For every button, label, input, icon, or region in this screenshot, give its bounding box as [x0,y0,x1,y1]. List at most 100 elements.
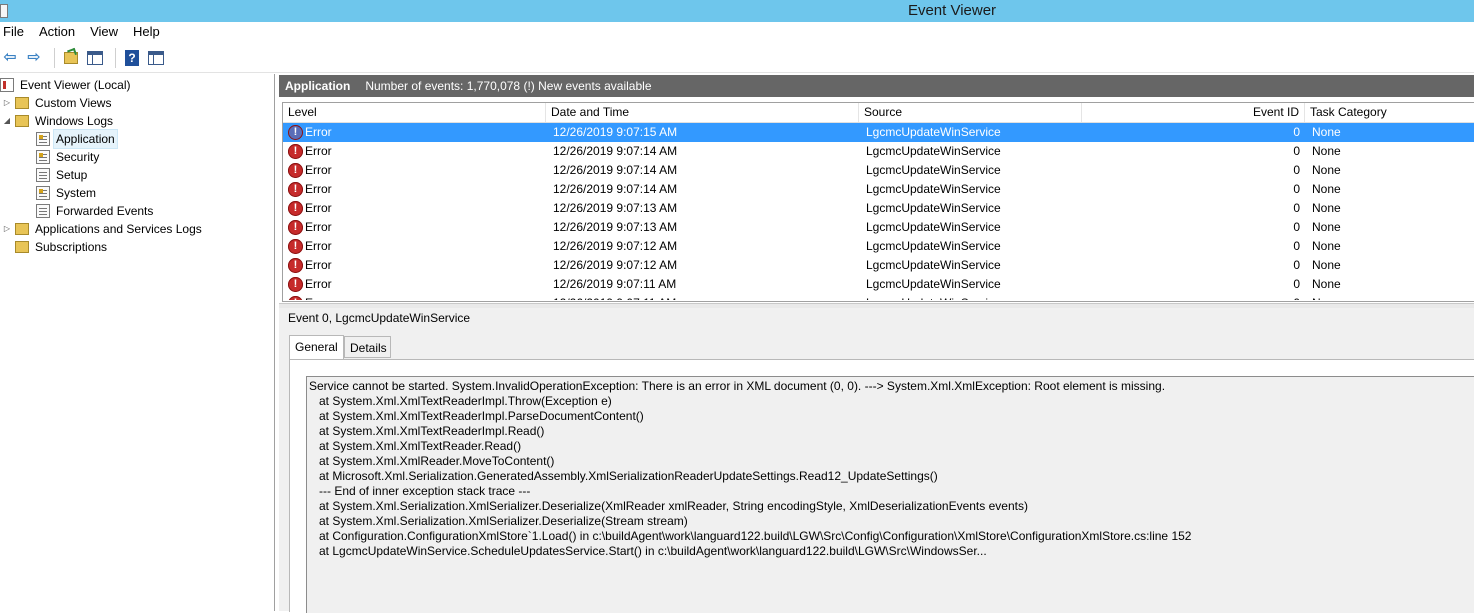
description-line: at System.Xml.Serialization.XmlSerialize… [309,499,1028,513]
toolbar-separator [54,48,55,68]
cell-event-id: 0 [1293,239,1300,253]
folder-icon [15,115,29,127]
cell-source: LgcmcUpdateWinService [866,239,1001,253]
cell-task-category: None [1312,144,1341,158]
cell-source: LgcmcUpdateWinService [866,258,1001,272]
tab-general[interactable]: General [289,335,344,359]
error-icon: ! [288,201,303,216]
tree-item-applications-and-services-logs[interactable]: ▷ Applications and Services Logs [3,220,204,238]
folder-icon [15,97,29,109]
cell-event-id: 0 [1293,258,1300,272]
tree-item-forwarded-events[interactable]: Forwarded Events [36,202,155,220]
show-hide-action-pane-icon [148,51,164,65]
event-detail-title: Event 0, LgcmcUpdateWinService [288,311,471,325]
log-icon [36,150,50,164]
cell-event-id: 0 [1293,125,1300,139]
error-icon: ! [288,125,303,140]
cell-level: Error [305,294,545,300]
error-icon: ! [288,144,303,159]
table-row[interactable]: ! Error 12/26/2019 9:07:12 AM LgcmcUpdateWi… [283,256,1474,275]
tab-details[interactable]: Details [344,336,391,358]
cell-task-category: None [1312,163,1341,177]
help-button[interactable]: ? [122,48,142,68]
tree-item-event-viewer-local[interactable]: Event Viewer (Local) [0,76,133,94]
table-row[interactable]: !Error 12/26/2019 9:07:11 AM LgcmcUpdateWi… [283,275,1474,294]
tree-item-application[interactable]: Application [36,129,118,149]
cell-task-category: None [1312,182,1341,196]
window-title: Event Viewer [907,2,997,19]
grid-header: Level Date and Time Source Event ID Task… [283,103,1474,123]
tree-item-setup[interactable]: Setup [36,166,89,184]
menu-view[interactable]: View [87,22,126,42]
menu-action[interactable]: Action [36,22,83,42]
cell-event-id: 0 [1293,163,1300,177]
tree-item-label: Applications and Services Logs [35,222,202,236]
tree-item-security[interactable]: Security [36,148,101,166]
folder-icon [15,223,29,235]
events-grid: Level Date and Time Source Event ID Task… [282,102,1474,302]
menu-help[interactable]: Help [130,22,168,42]
description-line: at System.Xml.XmlTextReaderImpl.Read() [309,424,545,438]
cell-event-id: 0 [1293,201,1300,215]
tree-item-windows-logs[interactable]: ◢ Windows Logs [3,112,115,130]
error-icon: ! [288,296,303,300]
table-row[interactable]: ! Error 12/26/2019 9:07:12 AM LgcmcUpdateWi… [283,237,1474,256]
toolbar-separator [115,48,116,68]
menu-file[interactable]: File [0,22,32,42]
description-line: at Configuration.ConfigurationXmlStore`1… [309,529,1192,543]
expand-icon[interactable]: ▷ [3,99,11,107]
error-icon: ! [288,163,303,178]
cell-source: LgcmcUpdateWinService [866,294,1076,300]
subscriptions-icon [15,241,29,253]
cell-source: LgcmcUpdateWinService [866,220,1001,234]
event-description-box[interactable]: Service cannot be started. System.Invali… [306,376,1474,613]
show-hide-console-tree-icon [87,51,103,65]
column-header-event-id[interactable]: Event ID [1082,103,1305,122]
show-hide-action-pane-button[interactable] [146,48,166,68]
cell-event-id: 0 [1293,144,1300,158]
forward-button[interactable]: ⇨ [24,48,44,68]
cell-level: Error [305,258,332,272]
table-row[interactable]: ! Error 12/26/2019 9:07:14 AM LgcmcUpdateWi… [283,161,1474,180]
back-button[interactable]: ⇦ [0,48,20,68]
tree-item-system[interactable]: System [36,184,98,202]
expand-icon[interactable]: ▷ [3,225,11,233]
error-icon: ! [288,258,303,273]
tree-item-label: Windows Logs [35,114,114,128]
cell-date-time: 12/26/2019 9:07:13 AM [553,201,678,215]
cell-date-time: 12/26/2019 9:07:14 AM [553,163,678,177]
column-header-level[interactable]: Level [283,103,546,122]
tree-item-custom-views[interactable]: ▷ Custom Views [3,94,113,112]
cell-task-category: None [1312,294,1472,300]
cell-date-time: 12/26/2019 9:07:14 AM [553,182,678,196]
column-header-task-category[interactable]: Task Category [1305,103,1474,122]
table-row[interactable]: ! Error 12/26/2019 9:07:13 AM LgcmcUpdateWi… [283,218,1474,237]
tree-item-subscriptions[interactable]: Subscriptions [15,238,109,256]
table-row[interactable]: ! Error 12/26/2019 9:07:15 AM LgcmcUpdateWi… [283,123,1474,142]
cell-date-time: 12/26/2019 9:07:12 AM [553,239,678,253]
description-line: at Microsoft.Xml.Serialization.Generated… [309,469,938,483]
table-row[interactable]: ! Error 12/26/2019 9:07:14 AM LgcmcUpdateWi… [283,180,1474,199]
table-row[interactable]: !Error 12/26/2019 9:07:11 AM LgcmcUpdateWi… [283,294,1474,300]
table-row[interactable]: ! Error 12/26/2019 9:07:14 AM LgcmcUpdateWi… [283,142,1474,161]
cell-level: Error [305,239,332,253]
description-line: at System.Xml.XmlTextReader.Read() [309,439,522,453]
tree-item-label: Security [56,150,100,164]
cell-source: LgcmcUpdateWinService [866,182,1001,196]
cell-event-id: 0 [1293,182,1300,196]
cell-level: Error [305,125,332,139]
tree-item-label: Subscriptions [35,240,108,254]
log-header-bar: Application Number of events: 1,770,078 … [279,75,1474,97]
table-row[interactable]: ! Error 12/26/2019 9:07:13 AM LgcmcUpdateWi… [283,199,1474,218]
show-hide-console-tree-button[interactable] [85,48,105,68]
log-icon [36,204,50,218]
column-header-date-time[interactable]: Date and Time [546,103,859,122]
column-header-source[interactable]: Source [859,103,1082,122]
event-viewer-icon [0,78,14,92]
help-icon: ? [125,50,139,66]
description-line: at System.Xml.XmlTextReaderImpl.Throw(Ex… [309,394,612,408]
event-count-info: Number of events: 1,770,078 (!) New even… [365,79,652,93]
log-icon [36,168,50,182]
collapse-icon[interactable]: ◢ [3,117,11,125]
up-one-level-button[interactable] [61,48,81,68]
